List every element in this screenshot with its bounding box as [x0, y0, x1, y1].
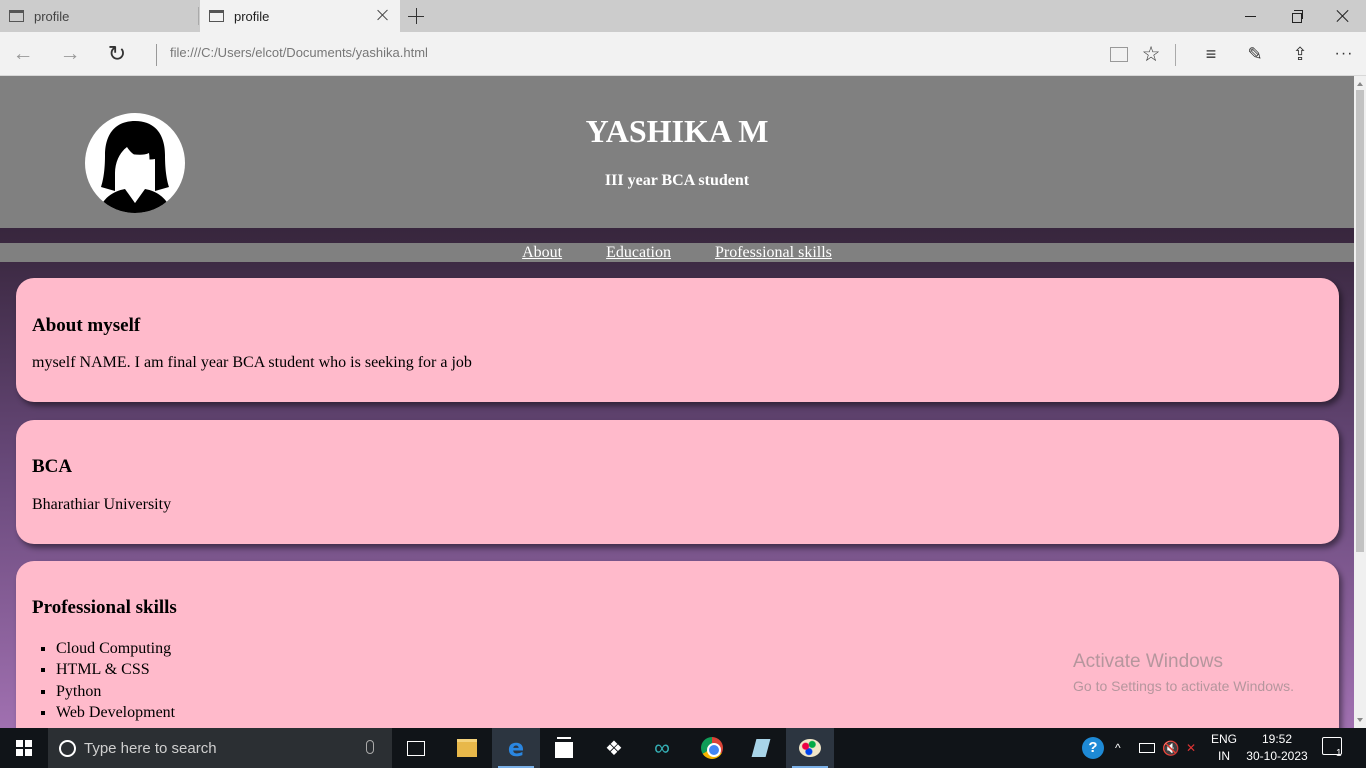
clock-time: 19:52	[1261, 732, 1293, 746]
file-explorer-icon[interactable]	[443, 728, 491, 768]
scrollbar-thumb[interactable]	[1356, 90, 1364, 552]
windows-logo-icon	[16, 740, 32, 756]
store-icon[interactable]	[540, 728, 588, 768]
divider	[1175, 44, 1176, 66]
windows-taskbar: Type here to search e ❖ ∞ ? ^ 🔇 ✕ ENG IN…	[0, 728, 1366, 768]
scroll-down-icon[interactable]	[1357, 718, 1363, 722]
web-note-icon[interactable]: ✎	[1241, 40, 1269, 68]
vertical-scrollbar[interactable]	[1354, 76, 1366, 728]
watermark-title: Activate Windows	[1073, 651, 1223, 672]
nav-link-education[interactable]: Education	[606, 244, 671, 261]
watermark-subtitle: Go to Settings to activate Windows.	[1073, 678, 1294, 694]
help-icon[interactable]: ?	[1082, 737, 1104, 759]
skills-heading: Professional skills	[32, 597, 177, 618]
volume-muted-icon[interactable]: 🔇	[1162, 728, 1179, 768]
section-nav: About Education Professional skills	[0, 243, 1354, 262]
taskbar-search[interactable]: Type here to search	[48, 728, 392, 768]
page-viewport: YASHIKA M III year BCA student About Edu…	[0, 76, 1354, 728]
page-icon	[209, 10, 224, 22]
about-card: About myself myself NAME. I am final yea…	[16, 278, 1339, 402]
address-bar[interactable]: file:///C:/Users/elcot/Documents/yashika…	[170, 45, 428, 60]
close-tab-icon[interactable]	[375, 7, 391, 23]
list-item: Python	[56, 681, 175, 702]
page-icon	[9, 10, 24, 22]
back-icon[interactable]: ←	[8, 40, 38, 68]
profile-header: YASHIKA M III year BCA student	[0, 76, 1354, 228]
system-clock[interactable]: 19:52 30-10-2023	[1244, 731, 1310, 765]
notification-count: 1	[1336, 748, 1342, 759]
search-placeholder: Type here to search	[84, 739, 217, 757]
chrome-icon[interactable]	[688, 728, 736, 768]
paint-icon[interactable]	[786, 728, 834, 768]
cortana-icon	[59, 739, 76, 757]
minimize-button[interactable]	[1228, 0, 1274, 32]
start-button[interactable]	[0, 728, 48, 768]
more-options-icon[interactable]: ···	[1330, 40, 1358, 68]
tab-title: profile	[34, 8, 70, 24]
tab-bar: profile profile	[0, 0, 1366, 32]
edge-browser-icon[interactable]: e	[492, 728, 540, 768]
network-disconnected-icon[interactable]: ✕	[1186, 728, 1196, 768]
microphone-icon[interactable]	[366, 740, 374, 754]
list-item: Cloud Computing	[56, 638, 175, 659]
divider	[156, 44, 157, 66]
dropbox-icon[interactable]: ❖	[590, 728, 638, 768]
skills-list: Cloud Computing HTML & CSS Python Web De…	[56, 638, 175, 723]
education-text: Bharathiar University	[32, 496, 172, 513]
education-heading: BCA	[32, 456, 73, 477]
close-window-button[interactable]	[1320, 0, 1366, 32]
about-heading: About myself	[32, 315, 141, 336]
task-view-icon[interactable]	[392, 728, 440, 768]
tab-profile-2[interactable]: profile	[200, 0, 400, 32]
profile-name: YASHIKA M	[585, 113, 769, 149]
input-language[interactable]: ENG IN	[1208, 731, 1240, 765]
list-item: HTML & CSS	[56, 659, 175, 680]
forward-icon[interactable]: →	[55, 40, 85, 68]
restore-button[interactable]	[1274, 0, 1320, 32]
nav-link-professional-skills[interactable]: Professional skills	[715, 244, 832, 261]
clock-date: 30-10-2023	[1246, 749, 1308, 763]
nav-link-about[interactable]: About	[522, 244, 562, 261]
about-text: myself NAME. I am final year BCA student…	[32, 354, 472, 371]
list-item: Web Development	[56, 702, 175, 723]
education-card: BCA Bharathiar University	[16, 420, 1339, 544]
profile-role: III year BCA student	[604, 172, 750, 189]
activate-windows-watermark: Activate Windows Go to Settings to activ…	[1073, 651, 1294, 694]
skills-card: Professional skills Cloud Computing HTML…	[16, 561, 1339, 728]
notes-app-icon[interactable]	[737, 728, 785, 768]
scroll-up-icon[interactable]	[1357, 82, 1363, 86]
navigation-bar: ← → ↻ file:///C:/Users/elcot/Documents/y…	[0, 32, 1366, 76]
reading-view-icon[interactable]	[1105, 40, 1133, 68]
show-hidden-icons-chevron-icon[interactable]: ^	[1115, 728, 1121, 768]
new-tab-icon[interactable]	[408, 8, 424, 24]
tab-profile-1[interactable]: profile	[0, 0, 199, 32]
language-code: ENG	[1210, 732, 1237, 746]
battery-icon[interactable]	[1139, 728, 1155, 768]
refresh-icon[interactable]: ↻	[102, 40, 132, 68]
hub-icon[interactable]: ≡	[1197, 40, 1225, 68]
arduino-icon[interactable]: ∞	[638, 728, 686, 768]
region-code: IN	[1218, 749, 1230, 763]
favorite-star-icon[interactable]: ☆	[1137, 40, 1165, 68]
tab-title: profile	[234, 8, 270, 24]
share-icon[interactable]: ⇪	[1286, 40, 1314, 68]
